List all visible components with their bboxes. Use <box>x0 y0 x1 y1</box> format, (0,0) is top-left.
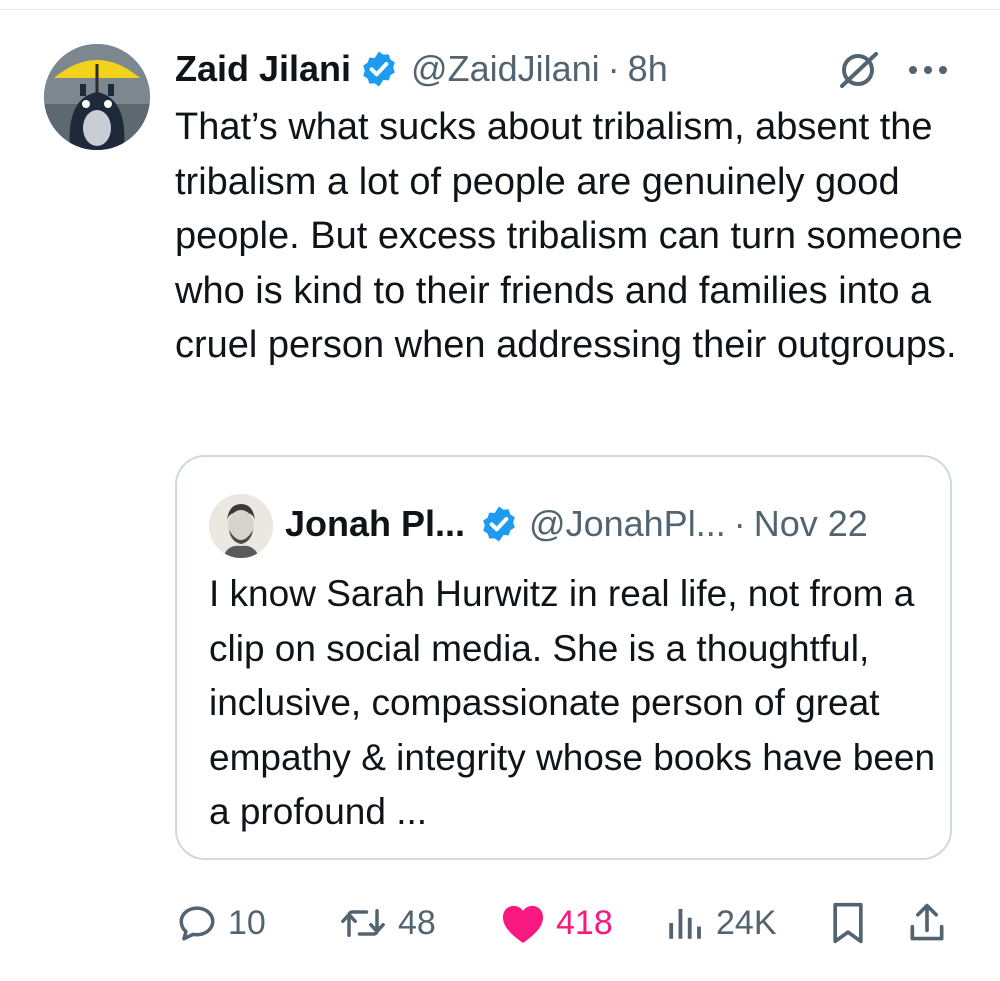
views-chart-icon <box>669 909 701 939</box>
quoted-tweet-card[interactable]: Jonah Pl... @JonahPl... · Nov 22 I know … <box>175 455 952 860</box>
verified-badge-icon <box>483 506 515 542</box>
tweet-timestamp[interactable]: 8h <box>628 48 668 90</box>
separator-dot: · <box>607 48 620 89</box>
more-options-icon[interactable] <box>906 58 950 82</box>
quoted-tweet-header: Jonah Pl... @JonahPl... · Nov 22 <box>285 501 868 547</box>
quoted-tweet-timestamp: Nov 22 <box>753 503 868 544</box>
top-divider <box>0 9 1000 10</box>
avatar-image <box>44 44 150 150</box>
bookmark-icon <box>833 902 863 944</box>
tweet-action-bar: 10 48 418 24K <box>0 895 1000 951</box>
views-button[interactable]: 24K <box>664 895 777 951</box>
tweet-text: That’s what sucks about tribalism, absen… <box>175 106 963 366</box>
author-handle[interactable]: @ZaidJilani <box>411 48 600 90</box>
share-icon <box>910 903 944 941</box>
tweet-header: Zaid Jilani @ZaidJilani · 8h <box>175 46 668 92</box>
verified-badge-icon <box>363 51 395 87</box>
like-count: 418 <box>556 903 613 942</box>
quoted-author-name: Jonah Pl... <box>285 503 466 544</box>
reply-icon <box>179 906 215 941</box>
like-button[interactable]: 418 <box>500 895 613 951</box>
reply-button[interactable]: 10 <box>176 895 266 951</box>
views-count: 24K <box>716 903 777 942</box>
reply-count: 10 <box>228 903 266 942</box>
repost-button[interactable]: 48 <box>338 895 436 951</box>
repost-count: 48 <box>398 903 436 942</box>
author-avatar[interactable] <box>44 44 150 150</box>
grok-icon[interactable] <box>836 50 882 90</box>
quoted-avatar-image <box>209 494 273 558</box>
bookmark-button[interactable] <box>828 895 868 951</box>
quoted-separator-dot: · <box>733 503 746 544</box>
heart-icon <box>502 905 544 944</box>
author-name[interactable]: Zaid Jilani <box>175 48 351 90</box>
quoted-tweet-text: I know Sarah Hurwitz in real life, not f… <box>209 573 936 832</box>
quoted-author-avatar <box>209 494 273 558</box>
quoted-author-handle: @JonahPl... <box>529 503 726 544</box>
share-button[interactable] <box>906 895 948 951</box>
repost-icon <box>341 909 385 937</box>
